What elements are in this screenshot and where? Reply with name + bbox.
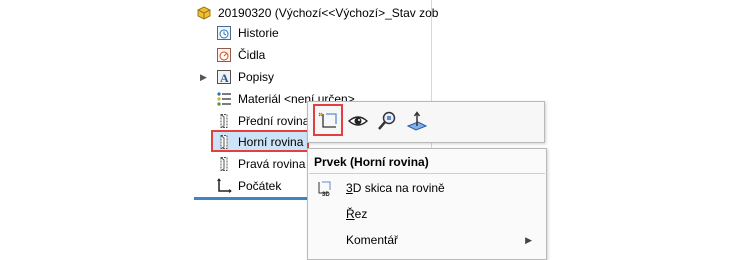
plane-icon (216, 113, 232, 129)
menu-item-3d-sketch-on-plane[interactable]: 3D 3D skica na rovině (308, 175, 544, 201)
menu-item-label: Řez (346, 201, 367, 227)
eye-icon[interactable] (347, 110, 369, 132)
menu-item-label-rest: ez (354, 207, 368, 221)
menu-item-label-rest: D skica na rovině (352, 181, 445, 195)
menu-item-section[interactable]: Řez (308, 201, 544, 227)
menu-separator (309, 173, 545, 174)
submenu-arrow-icon: ▶ (525, 235, 532, 245)
plane-icon (216, 134, 232, 150)
menu-item-label: 3D skica na rovině (346, 175, 445, 201)
expand-arrow-icon[interactable]: ▶ (200, 66, 207, 88)
3d-sketch-on-plane-icon: 3D (316, 180, 332, 198)
zoom-to-selection-icon[interactable] (376, 110, 398, 132)
context-menu-title: Prvek (Horní rovina) (314, 155, 429, 169)
tree-root-label: 20190320 (Výchozí<<Výchozí>_Stav zob (218, 6, 439, 20)
tree-item-label: Pravá rovina (238, 157, 306, 171)
tree-item-label: Horní rovina (238, 135, 304, 149)
tree-item-label: Popisy (238, 70, 275, 84)
tree-item-label: Počátek (238, 179, 282, 193)
annotations-icon: A (216, 69, 232, 85)
sensor-icon (216, 47, 232, 63)
origin-icon (216, 178, 232, 194)
sketch-icon[interactable] (317, 110, 339, 132)
svg-text:A: A (220, 71, 229, 85)
menu-item-comment[interactable]: Komentář ▶ (308, 227, 544, 253)
svg-text:3D: 3D (322, 192, 330, 197)
menu-item-label: Komentář (346, 233, 399, 247)
part-icon (196, 5, 212, 21)
plane-icon (216, 156, 232, 172)
tree-item-label: Přední rovina (238, 114, 310, 128)
context-toolbar (307, 101, 545, 143)
context-menu: Prvek (Horní rovina) 3D 3D skica na rovi… (307, 148, 547, 260)
history-icon (216, 25, 232, 41)
normal-to-icon[interactable] (406, 110, 428, 132)
accelerator-key: 3 (346, 181, 353, 195)
material-icon (216, 91, 232, 107)
accelerator-key: Ř (346, 207, 355, 221)
tree-item-label: Historie (238, 26, 279, 40)
tree-item-label: Čidla (238, 48, 266, 62)
